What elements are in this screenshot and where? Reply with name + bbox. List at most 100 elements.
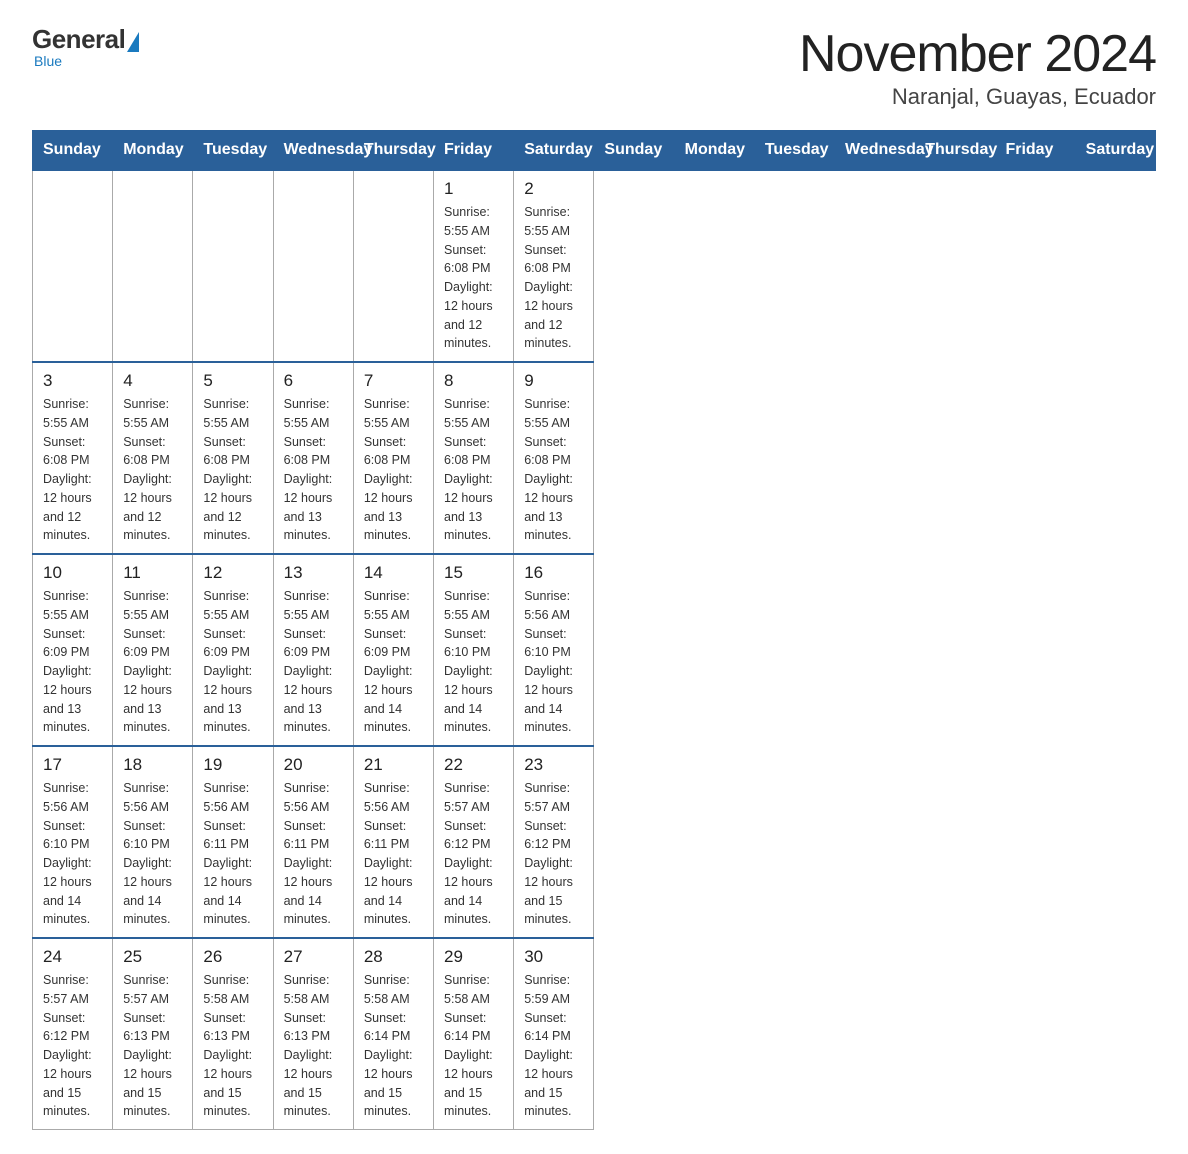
day-info: Sunrise: 5:55 AM Sunset: 6:08 PM Dayligh…	[444, 203, 503, 353]
calendar-cell-3-5: 22Sunrise: 5:57 AM Sunset: 6:12 PM Dayli…	[434, 746, 514, 938]
day-number: 1	[444, 179, 503, 199]
header-saturday: Saturday	[514, 131, 594, 171]
calendar-cell-1-0: 3 Sunrise: 5:55 AM Sunset: 6:08 PM Daylig…	[33, 362, 113, 554]
calendar-cell-1-6: 9 Sunrise: 5:55 AM Sunset: 6:08 PM Daylig…	[514, 362, 594, 554]
day-info: Sunrise: 5:56 AM Sunset: 6:11 PM Dayligh…	[284, 779, 343, 929]
day-info: Sunrise: 5:55 AM Sunset: 6:09 PM Dayligh…	[123, 587, 182, 737]
calendar-cell-0-0	[33, 170, 113, 362]
col-header-tuesday: Tuesday	[754, 131, 834, 171]
day-info: Sunrise: 5:56 AM Sunset: 6:10 PM Dayligh…	[524, 587, 583, 737]
day-number: 2	[524, 179, 583, 199]
day-number: 7	[364, 371, 423, 391]
day-info: Sunrise: 5:57 AM Sunset: 6:13 PM Dayligh…	[123, 971, 182, 1121]
calendar-cell-1-3: 6Sunrise: 5:55 AM Sunset: 6:08 PM Daylig…	[273, 362, 353, 554]
month-title: November 2024	[799, 24, 1156, 84]
calendar-cell-0-4	[353, 170, 433, 362]
day-number: 5	[203, 371, 262, 391]
calendar-cell-4-5: 29Sunrise: 5:58 AM Sunset: 6:14 PM Dayli…	[434, 938, 514, 1130]
day-number: 26	[203, 947, 262, 967]
day-info: Sunrise: 5:58 AM Sunset: 6:14 PM Dayligh…	[444, 971, 503, 1121]
day-number: 28	[364, 947, 423, 967]
day-number: 11	[123, 563, 182, 583]
day-info: Sunrise: 5:56 AM Sunset: 6:11 PM Dayligh…	[364, 779, 423, 929]
col-header-thursday: Thursday	[915, 131, 995, 171]
header-sunday: Sunday	[33, 131, 113, 171]
calendar-cell-2-6: 16 Sunrise: 5:56 AM Sunset: 6:10 PM Dayli…	[514, 554, 594, 746]
day-info: Sunrise: 5:55 AM Sunset: 6:08 PM Dayligh…	[43, 395, 102, 545]
col-header-saturday: Saturday	[1075, 131, 1155, 171]
header-monday: Monday	[113, 131, 193, 171]
day-number: 8	[444, 371, 503, 391]
calendar-cell-1-1: 4 Sunrise: 5:55 AM Sunset: 6:08 PM Daylig…	[113, 362, 193, 554]
day-info: Sunrise: 5:58 AM Sunset: 6:13 PM Dayligh…	[203, 971, 262, 1121]
calendar-week-1: 3 Sunrise: 5:55 AM Sunset: 6:08 PM Daylig…	[33, 362, 1156, 554]
calendar-cell-0-3	[273, 170, 353, 362]
calendar-cell-3-3: 20 Sunrise: 5:56 AM Sunset: 6:11 PM Dayli…	[273, 746, 353, 938]
col-header-wednesday: Wednesday	[835, 131, 915, 171]
calendar-week-4: 24Sunrise: 5:57 AM Sunset: 6:12 PM Dayli…	[33, 938, 1156, 1130]
calendar-cell-2-3: 13Sunrise: 5:55 AM Sunset: 6:09 PM Dayli…	[273, 554, 353, 746]
calendar-week-2: 10 Sunrise: 5:55 AM Sunset: 6:09 PM Dayli…	[33, 554, 1156, 746]
logo-general-text: General	[32, 24, 125, 55]
day-info: Sunrise: 5:56 AM Sunset: 6:10 PM Dayligh…	[123, 779, 182, 929]
day-info: Sunrise: 5:56 AM Sunset: 6:11 PM Dayligh…	[203, 779, 262, 929]
day-info: Sunrise: 5:55 AM Sunset: 6:08 PM Dayligh…	[284, 395, 343, 545]
calendar-cell-4-4: 28 Sunrise: 5:58 AM Sunset: 6:14 PM Dayli…	[353, 938, 433, 1130]
calendar-cell-2-0: 10Sunrise: 5:55 AM Sunset: 6:09 PM Dayli…	[33, 554, 113, 746]
day-number: 9	[524, 371, 583, 391]
day-number: 19	[203, 755, 262, 775]
calendar-cell-1-4: 7 Sunrise: 5:55 AM Sunset: 6:08 PM Daylig…	[353, 362, 433, 554]
day-info: Sunrise: 5:55 AM Sunset: 6:08 PM Dayligh…	[524, 395, 583, 545]
day-number: 17	[43, 755, 102, 775]
day-info: Sunrise: 5:58 AM Sunset: 6:14 PM Dayligh…	[364, 971, 423, 1121]
logo: General Blue	[32, 24, 139, 69]
col-header-friday: Friday	[995, 131, 1075, 171]
day-info: Sunrise: 5:55 AM Sunset: 6:08 PM Dayligh…	[364, 395, 423, 545]
day-number: 21	[364, 755, 423, 775]
calendar-cell-4-6: 30Sunrise: 5:59 AM Sunset: 6:14 PM Dayli…	[514, 938, 594, 1130]
day-info: Sunrise: 5:55 AM Sunset: 6:09 PM Dayligh…	[364, 587, 423, 737]
day-info: Sunrise: 5:55 AM Sunset: 6:08 PM Dayligh…	[123, 395, 182, 545]
day-info: Sunrise: 5:55 AM Sunset: 6:08 PM Dayligh…	[444, 395, 503, 545]
day-info: Sunrise: 5:55 AM Sunset: 6:08 PM Dayligh…	[524, 203, 583, 353]
day-number: 4	[123, 371, 182, 391]
header-friday: Friday	[434, 131, 514, 171]
day-info: Sunrise: 5:55 AM Sunset: 6:09 PM Dayligh…	[284, 587, 343, 737]
calendar-cell-4-2: 26 Sunrise: 5:58 AM Sunset: 6:13 PM Dayli…	[193, 938, 273, 1130]
header-wednesday: Wednesday	[273, 131, 353, 171]
calendar-cell-0-5: 1 Sunrise: 5:55 AM Sunset: 6:08 PM Daylig…	[434, 170, 514, 362]
col-header-monday: Monday	[674, 131, 754, 171]
calendar-week-3: 17 Sunrise: 5:56 AM Sunset: 6:10 PM Dayli…	[33, 746, 1156, 938]
day-number: 15	[444, 563, 503, 583]
day-number: 3	[43, 371, 102, 391]
calendar-week-0: 1 Sunrise: 5:55 AM Sunset: 6:08 PM Daylig…	[33, 170, 1156, 362]
calendar-cell-3-6: 23Sunrise: 5:57 AM Sunset: 6:12 PM Dayli…	[514, 746, 594, 938]
day-number: 20	[284, 755, 343, 775]
calendar-cell-4-3: 27Sunrise: 5:58 AM Sunset: 6:13 PM Dayli…	[273, 938, 353, 1130]
logo-blue-text: Blue	[34, 53, 62, 69]
day-number: 30	[524, 947, 583, 967]
calendar-cell-0-2	[193, 170, 273, 362]
calendar-table: SundayMondayTuesdayWednesdayThursdayFrid…	[32, 130, 1156, 1130]
calendar-cell-0-1	[113, 170, 193, 362]
day-info: Sunrise: 5:55 AM Sunset: 6:10 PM Dayligh…	[444, 587, 503, 737]
day-info: Sunrise: 5:57 AM Sunset: 6:12 PM Dayligh…	[43, 971, 102, 1121]
day-number: 27	[284, 947, 343, 967]
day-number: 16	[524, 563, 583, 583]
calendar-cell-4-1: 25Sunrise: 5:57 AM Sunset: 6:13 PM Dayli…	[113, 938, 193, 1130]
day-info: Sunrise: 5:57 AM Sunset: 6:12 PM Dayligh…	[524, 779, 583, 929]
calendar-cell-1-5: 8 Sunrise: 5:55 AM Sunset: 6:08 PM Daylig…	[434, 362, 514, 554]
day-info: Sunrise: 5:56 AM Sunset: 6:10 PM Dayligh…	[43, 779, 102, 929]
title-block: November 2024 Naranjal, Guayas, Ecuador	[799, 24, 1156, 110]
calendar-cell-3-1: 18Sunrise: 5:56 AM Sunset: 6:10 PM Dayli…	[113, 746, 193, 938]
calendar-cell-3-4: 21 Sunrise: 5:56 AM Sunset: 6:11 PM Dayli…	[353, 746, 433, 938]
calendar-cell-2-2: 12Sunrise: 5:55 AM Sunset: 6:09 PM Dayli…	[193, 554, 273, 746]
col-header-sunday: Sunday	[594, 131, 674, 171]
calendar-header-row: SundayMondayTuesdayWednesdayThursdayFrid…	[33, 131, 1156, 171]
location-title: Naranjal, Guayas, Ecuador	[799, 84, 1156, 110]
day-number: 10	[43, 563, 102, 583]
calendar-cell-1-2: 5Sunrise: 5:55 AM Sunset: 6:08 PM Daylig…	[193, 362, 273, 554]
calendar-cell-3-2: 19 Sunrise: 5:56 AM Sunset: 6:11 PM Dayli…	[193, 746, 273, 938]
day-number: 14	[364, 563, 423, 583]
calendar-cell-4-0: 24Sunrise: 5:57 AM Sunset: 6:12 PM Dayli…	[33, 938, 113, 1130]
